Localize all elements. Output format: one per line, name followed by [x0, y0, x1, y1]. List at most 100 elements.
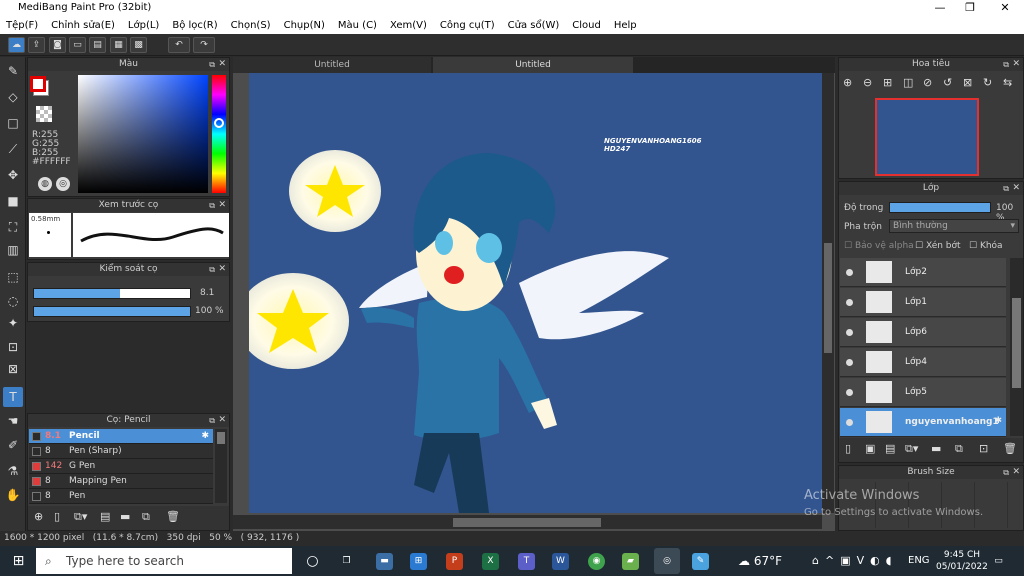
teams-icon[interactable]: T — [518, 553, 535, 570]
brush-new-icon[interactable]: ▯ — [54, 510, 60, 523]
select-rect-icon[interactable]: ⬚ — [3, 267, 23, 287]
brush-size-slider[interactable] — [33, 288, 191, 299]
brush-row[interactable]: 8.1 Pencil ✱ — [29, 429, 213, 444]
navigator-thumbnail[interactable] — [875, 98, 979, 176]
brush-script-icon[interactable]: ▤ — [100, 510, 110, 523]
menu-select[interactable]: Chọn(S) — [231, 17, 271, 34]
menu-tools[interactable]: Công cụ(T) — [440, 17, 495, 34]
clipping-checkbox[interactable]: ☐ Xén bớt — [915, 241, 961, 251]
panel-close-icon[interactable]: ✕ — [218, 199, 226, 212]
float-icon[interactable]: ⧉ — [1003, 182, 1009, 195]
menu-view[interactable]: Xem(V) — [390, 17, 427, 34]
redo-icon[interactable]: ↷ — [193, 37, 215, 53]
menu-edit[interactable]: Chỉnh sửa(E) — [51, 17, 115, 34]
excel-icon[interactable]: X — [482, 553, 499, 570]
operation-tool-icon[interactable]: ☚ — [3, 411, 23, 431]
flip-icon[interactable]: ⊠ — [963, 76, 972, 89]
float-icon[interactable]: ⧉ — [209, 58, 215, 71]
text-tool-icon[interactable]: T — [3, 387, 23, 407]
primary-color-swatch[interactable] — [30, 76, 46, 92]
new-layer-icon[interactable]: ▯ — [845, 442, 851, 455]
mirror-icon[interactable]: ⇆ — [1003, 76, 1012, 89]
fit-icon[interactable]: ⊞ — [883, 76, 892, 89]
bluestacks-icon[interactable]: ▰ — [622, 553, 639, 570]
gear-icon[interactable]: ✱ — [201, 429, 209, 444]
blend-mode-select[interactable]: Bình thường ▾ — [889, 219, 1019, 233]
float-icon[interactable]: ⧉ — [1003, 466, 1009, 479]
float-icon[interactable]: ⧉ — [1003, 58, 1009, 71]
menu-layer[interactable]: Lớp(L) — [128, 17, 159, 34]
menu-filter[interactable]: Bộ lọc(R) — [172, 17, 217, 34]
new-8bit-layer-icon[interactable]: ▤ — [885, 442, 895, 455]
shape-tool-icon[interactable]: □ — [3, 113, 23, 133]
grid-icon[interactable]: ▩ — [130, 37, 147, 53]
layer-add-menu-icon[interactable]: ⧉▾ — [905, 442, 918, 456]
brush-row[interactable]: 142 G Pen — [29, 459, 213, 474]
menu-color[interactable]: Màu (C) — [338, 17, 377, 34]
panel-close-icon[interactable]: ✕ — [218, 58, 226, 71]
select-eraser-icon[interactable]: ⊠ — [3, 359, 23, 379]
gradient-tool-icon[interactable]: ▥ — [3, 240, 23, 260]
browser-icon[interactable]: ◉ — [588, 553, 605, 570]
menu-help[interactable]: Help — [614, 17, 637, 34]
tab-untitled-2[interactable]: Untitled — [433, 57, 633, 73]
tab-untitled-1[interactable]: Untitled — [233, 57, 431, 73]
visibility-icon[interactable] — [846, 419, 853, 426]
rotate-left-icon[interactable]: ↺ — [943, 76, 952, 89]
layer-opacity-slider[interactable] — [889, 202, 991, 213]
float-icon[interactable]: ⧉ — [209, 263, 215, 276]
powerpoint-icon[interactable]: P — [446, 553, 463, 570]
layer-row[interactable]: Lớp6 — [840, 318, 1006, 347]
chat-icon[interactable]: ▭ — [69, 37, 86, 53]
layer-row[interactable]: Lớp5 — [840, 378, 1006, 407]
line-tool-icon[interactable]: ⟋ — [3, 139, 23, 159]
layer-folder-icon[interactable]: ▬ — [931, 442, 941, 455]
panel-close-icon[interactable]: ✕ — [218, 263, 226, 276]
brush-list-scrollbar[interactable] — [215, 429, 227, 503]
protect-alpha-checkbox[interactable]: ☐ Bảo vệ alpha — [844, 241, 914, 251]
layer-list-scrollbar[interactable] — [1010, 258, 1023, 436]
notification-icon[interactable]: ▭ — [990, 553, 1007, 570]
move-tool-icon[interactable]: ✥ — [3, 165, 23, 185]
layer-duplicate-icon[interactable]: ⧉ — [955, 442, 963, 456]
brush-opacity-slider[interactable] — [33, 306, 191, 317]
file-explorer-icon[interactable]: ▬ — [376, 553, 393, 570]
zoom-out-icon[interactable]: ⊖ — [863, 76, 872, 89]
brush-row[interactable]: 8 Mapping Pen — [29, 474, 213, 489]
new-halftone-layer-icon[interactable]: ▣ — [865, 442, 875, 455]
canvas-vertical-scrollbar[interactable] — [822, 73, 834, 513]
brush-folder-icon[interactable]: ▬ — [120, 510, 130, 523]
select-pen-icon[interactable]: ⊡ — [3, 337, 23, 357]
menu-window[interactable]: Cửa sổ(W) — [508, 17, 560, 34]
panel-close-icon[interactable]: ✕ — [1012, 182, 1020, 195]
transparent-swatch[interactable] — [36, 106, 52, 122]
layer-row[interactable]: nguyenvanhoang1 ✱ — [840, 408, 1006, 437]
reset-zoom-icon[interactable]: ⊘ — [923, 76, 932, 89]
fill-rect-tool-icon[interactable]: ■ — [3, 191, 23, 211]
layer-row[interactable]: Lớp4 — [840, 348, 1006, 377]
layer-merge-icon[interactable]: ⊡ — [979, 442, 988, 455]
dotted-pen-icon[interactable]: ✐ — [3, 435, 23, 455]
upload-icon[interactable]: ⇪ — [28, 37, 45, 53]
menu-file[interactable]: Tệp(F) — [6, 17, 38, 34]
comment-icon[interactable]: ◙ — [49, 37, 66, 53]
float-icon[interactable]: ⧉ — [209, 414, 215, 427]
lasso-icon[interactable]: ◌ — [3, 291, 23, 311]
brush-duplicate-icon[interactable]: ⧉ — [142, 510, 150, 524]
undo-icon[interactable]: ↶ — [168, 37, 190, 53]
clock[interactable]: 9:45 CH 05/01/2022 — [936, 549, 988, 573]
medibang-icon[interactable]: ✎ — [692, 553, 709, 570]
close-button[interactable]: ✕ — [990, 0, 1020, 17]
bucket-tool-icon[interactable]: ⛶ — [3, 217, 23, 237]
visibility-icon[interactable] — [846, 299, 853, 306]
minimize-button[interactable]: — — [925, 0, 955, 17]
gear-icon[interactable]: ✱ — [994, 416, 1002, 426]
canvas-horizontal-scrollbar[interactable] — [233, 515, 822, 529]
layer-delete-icon[interactable]: 🗑 — [1003, 442, 1017, 455]
system-tray-icons[interactable]: ⌂^▣V◐◖ — [812, 554, 898, 567]
rotate-right-icon[interactable]: ↻ — [983, 76, 992, 89]
hue-slider-handle[interactable] — [214, 118, 224, 128]
store-icon[interactable]: ⊞ — [410, 553, 427, 570]
visibility-icon[interactable] — [846, 329, 853, 336]
brush-tool-icon[interactable]: ✎ — [3, 61, 23, 81]
